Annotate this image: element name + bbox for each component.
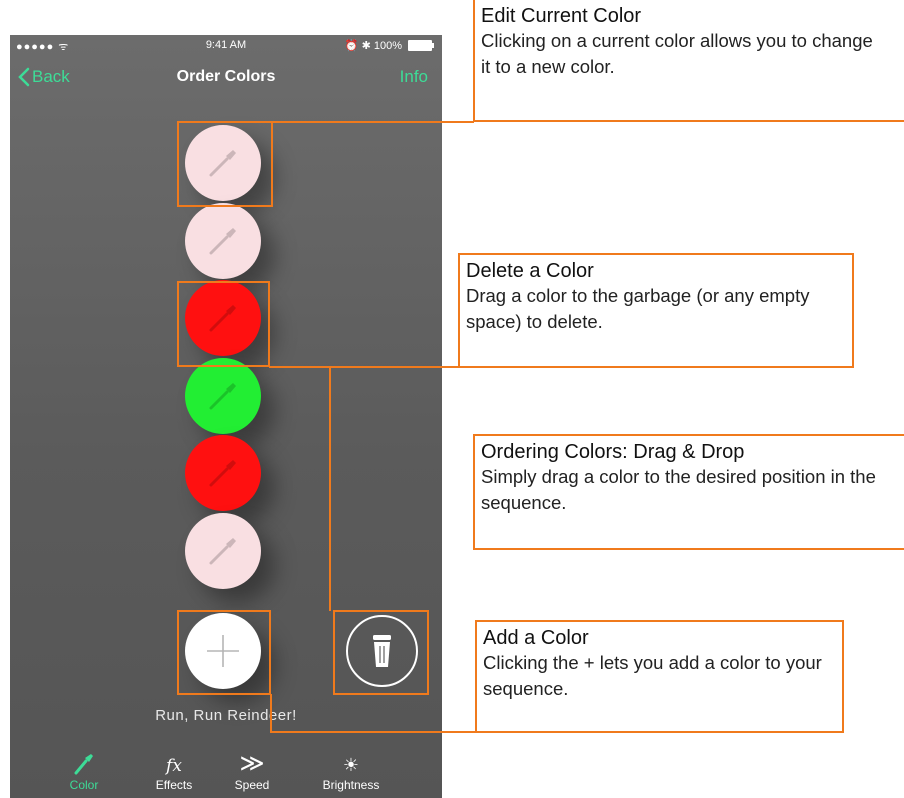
eyedropper-icon xyxy=(209,383,236,410)
add-color-note: Add a Color Clicking the + lets you add … xyxy=(475,620,844,733)
tab-color[interactable]: Color xyxy=(39,750,129,792)
plus-icon xyxy=(207,635,239,667)
info-button[interactable]: Info xyxy=(400,67,428,87)
eyedropper-icon xyxy=(209,460,236,487)
phone-screen: ●●●●● ᯤ 9:41 AM ⏰ ✱ 100% Back Order Colo… xyxy=(10,35,442,798)
page-title: Order Colors xyxy=(176,68,276,85)
double-chevron-icon: ≫ xyxy=(239,750,265,777)
trash-button[interactable] xyxy=(346,615,418,687)
tab-brightness-label: Brightness xyxy=(322,778,380,792)
edit-color-note: Edit Current Color Clicking on a current… xyxy=(473,0,904,122)
eyedropper-icon xyxy=(74,754,93,775)
add-connector-h xyxy=(270,731,476,733)
trash-icon xyxy=(373,635,391,667)
color-swatch-red[interactable] xyxy=(185,280,261,356)
edit-connector xyxy=(272,121,474,123)
status-bar: ●●●●● ᯤ 9:41 AM ⏰ ✱ 100% xyxy=(10,35,442,55)
tab-color-label: Color xyxy=(69,778,99,792)
delete-note-title: Delete a Color xyxy=(466,260,594,282)
color-swatch-pink[interactable] xyxy=(185,125,261,201)
delete-note-body: Drag a color to the garbage (or any empt… xyxy=(466,285,810,332)
edit-note-body: Clicking on a current color allows you t… xyxy=(481,30,873,77)
tab-bar: Color fx Effects ≫ Speed ☀ Brightness xyxy=(10,748,442,798)
edit-note-title: Edit Current Color xyxy=(481,5,642,27)
eyedropper-icon xyxy=(209,150,236,177)
navigation-bar: Back Order Colors Info xyxy=(10,55,442,99)
fx-icon: fx xyxy=(166,756,182,776)
tab-effects[interactable]: fx Effects xyxy=(129,750,219,792)
tab-speed[interactable]: ≫ Speed xyxy=(207,750,297,793)
order-connector-v xyxy=(329,366,331,611)
color-swatch-pink[interactable] xyxy=(185,513,261,589)
battery-text: ⏰ ✱ 100% xyxy=(344,40,402,52)
eyedropper-icon xyxy=(209,538,236,565)
add-note-title: Add a Color xyxy=(483,627,589,649)
color-swatch-pink[interactable] xyxy=(185,203,261,279)
tab-brightness[interactable]: ☀ Brightness xyxy=(306,750,396,792)
delete-color-note: Delete a Color Drag a color to the garba… xyxy=(458,253,854,368)
add-note-body: Clicking the + lets you add a color to y… xyxy=(483,652,822,699)
add-connector-v xyxy=(270,694,272,732)
tab-effects-label: Effects xyxy=(155,778,193,792)
eyedropper-icon xyxy=(209,305,236,332)
color-swatch-green[interactable] xyxy=(185,358,261,434)
battery-icon xyxy=(408,40,434,51)
sun-icon: ☀ xyxy=(342,755,360,775)
battery-area: ⏰ ✱ 100% xyxy=(344,39,434,52)
sequence-name: Run, Run Reindeer! xyxy=(155,707,297,724)
order-colors-note: Ordering Colors: Drag & Drop Simply drag… xyxy=(473,434,904,550)
order-note-title: Ordering Colors: Drag & Drop xyxy=(481,441,745,463)
tab-speed-label: Speed xyxy=(234,778,270,792)
color-swatch-red[interactable] xyxy=(185,435,261,511)
eyedropper-icon xyxy=(209,228,236,255)
delete-connector xyxy=(269,366,459,368)
order-note-body: Simply drag a color to the desired posit… xyxy=(481,466,876,513)
add-color-button[interactable] xyxy=(185,613,261,689)
